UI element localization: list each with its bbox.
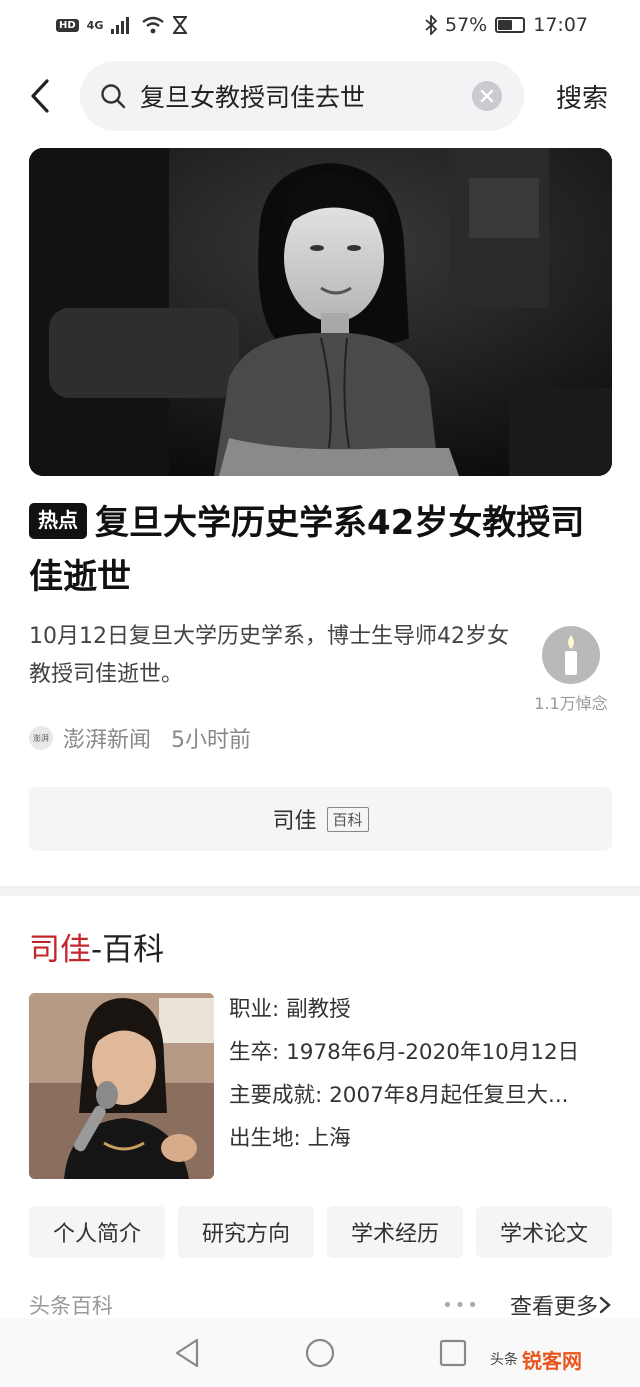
wiki-info-list: 职业: 副教授 生卒: 1978年6月-2020年10月12日 主要成就: 20…	[229, 988, 614, 1160]
clear-button[interactable]	[472, 81, 502, 111]
info-occupation: 职业: 副教授	[229, 997, 351, 1022]
portrait-photo	[29, 148, 612, 476]
source-logo: 澎湃	[29, 726, 53, 750]
publish-time: 5小时前	[171, 728, 252, 753]
nav-back-button[interactable]	[162, 1328, 212, 1378]
footer-right: ••• 查看更多	[442, 1289, 612, 1321]
headline-text: 复旦大学历史学系42岁女教授司佳逝世	[29, 503, 585, 597]
wiki-chip-row: 个人简介 研究方向 学术经历 学术论文	[29, 1206, 612, 1258]
square-recents-icon	[440, 1339, 467, 1366]
close-icon	[480, 89, 494, 103]
wiki-photo[interactable]	[29, 993, 214, 1179]
source-name[interactable]: 澎湃新闻	[63, 722, 151, 754]
news-headline[interactable]: 热点 复旦大学历史学系42岁女教授司佳逝世	[29, 496, 612, 604]
clock: 17:07	[533, 14, 588, 36]
related-name: 司佳	[272, 809, 317, 834]
search-button[interactable]: 搜索	[524, 78, 640, 115]
news-summary: 10月12日复旦大学历史学系，博士生导师42岁女教授司佳逝世。	[29, 624, 509, 687]
news-source-row: 澎湃 澎湃新闻 5小时前	[29, 718, 251, 758]
mourn-button[interactable]: 1.1万悼念	[528, 626, 614, 714]
watermark-logo: 锐客网	[522, 1348, 582, 1373]
candle-icon	[542, 626, 600, 684]
chip-papers[interactable]: 学术论文	[476, 1206, 612, 1258]
see-more-label: 查看更多	[509, 1295, 598, 1320]
search-icon	[101, 84, 126, 109]
hd-icon: HD	[56, 18, 79, 32]
nav-recents-button[interactable]	[428, 1328, 478, 1378]
hourglass-icon	[173, 16, 188, 34]
info-birthplace: 出生地: 上海	[229, 1126, 351, 1151]
back-arrow-icon	[31, 79, 49, 113]
bluetooth-icon	[425, 15, 437, 35]
search-header: 复旦女教授司佳去世 搜索	[0, 58, 640, 134]
news-hero-image[interactable]	[29, 148, 612, 476]
chevron-right-icon	[599, 1296, 611, 1314]
hot-badge: 热点	[29, 503, 87, 539]
battery-fill	[498, 20, 512, 30]
more-options-icon[interactable]: •••	[442, 1295, 480, 1316]
wiki-title-suffix: -百科	[91, 932, 165, 968]
battery-icon	[495, 17, 526, 33]
watermark-text: 头条	[490, 1352, 518, 1368]
search-input[interactable]: 复旦女教授司佳去世	[80, 61, 524, 131]
see-more-link[interactable]: 查看更多	[510, 1289, 612, 1321]
nav-home-button[interactable]	[295, 1328, 345, 1378]
wiki-title[interactable]: 司佳-百科	[29, 924, 164, 969]
watermark: 头条 锐客网	[490, 1342, 630, 1376]
baike-tag: 百科	[326, 806, 369, 832]
chip-research[interactable]: 研究方向	[178, 1206, 314, 1258]
related-baike-button[interactable]: 司佳 百科	[29, 787, 612, 851]
wifi-icon	[142, 16, 165, 34]
info-lifespan: 生卒: 1978年6月-2020年10月12日	[229, 1040, 580, 1065]
status-bar: HD 4G 57% 17:07	[0, 0, 640, 50]
section-divider	[0, 886, 640, 896]
chip-profile[interactable]: 个人简介	[29, 1206, 165, 1258]
search-query[interactable]: 复旦女教授司佳去世	[140, 78, 472, 114]
status-right: 57% 17:07	[425, 14, 588, 36]
back-button[interactable]	[0, 58, 80, 134]
speaker-photo	[29, 993, 214, 1179]
battery-percent: 57%	[445, 14, 488, 36]
signal-icon	[111, 17, 130, 34]
chip-experience[interactable]: 学术经历	[327, 1206, 463, 1258]
network-label: 4G	[86, 18, 104, 32]
mourn-count: 1.1万悼念	[534, 694, 608, 713]
info-achievement: 主要成就: 2007年8月起任复旦大...	[229, 1083, 569, 1108]
wiki-source: 头条百科	[29, 1294, 113, 1318]
triangle-back-icon	[175, 1338, 198, 1367]
circle-home-icon	[305, 1338, 335, 1367]
status-left: HD 4G	[56, 16, 188, 34]
wiki-title-name: 司佳	[29, 932, 91, 968]
